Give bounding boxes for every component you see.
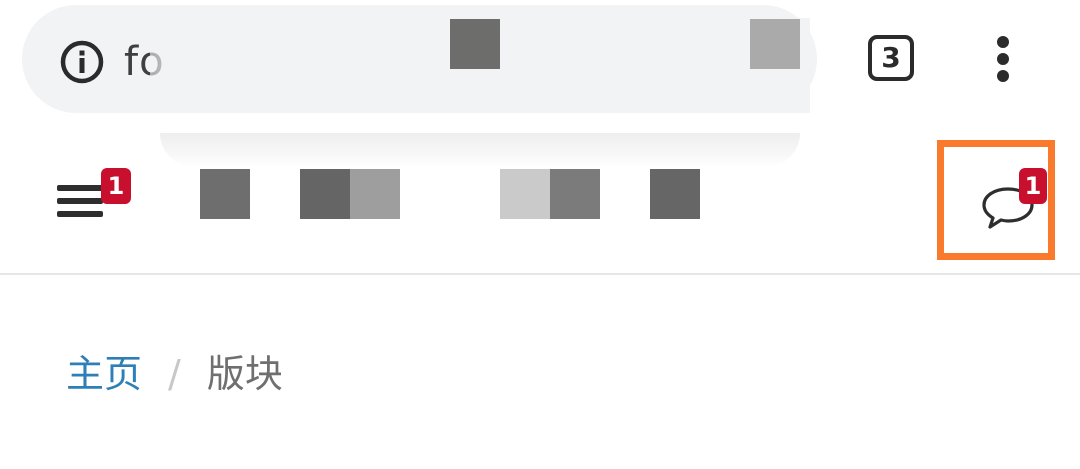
menu-notification-badge: 1 — [101, 168, 131, 204]
redaction-smudge — [160, 133, 800, 167]
breadcrumb: 主页 / 版块 — [66, 346, 283, 402]
chat-notification-badge: 1 — [1019, 168, 1047, 204]
hamburger-menu-icon[interactable] — [57, 185, 103, 221]
redaction-block — [350, 169, 400, 219]
site-header: 1 1 — [0, 133, 1080, 275]
breadcrumb-separator: / — [168, 352, 181, 396]
browser-toolbar: fo 3 — [0, 0, 1080, 133]
redaction-block — [550, 169, 600, 219]
tab-switcher-button[interactable]: 3 — [868, 35, 914, 81]
more-vertical-icon[interactable] — [994, 36, 1012, 82]
redaction-block — [450, 19, 500, 69]
redaction-block — [500, 169, 550, 219]
info-icon[interactable] — [58, 38, 106, 86]
breadcrumb-current: 版块 — [206, 352, 283, 396]
site-logo[interactable] — [200, 169, 700, 219]
redaction-block — [200, 169, 250, 219]
redaction-block — [300, 169, 350, 219]
breadcrumb-home-link[interactable]: 主页 — [66, 352, 142, 396]
redaction-block — [650, 169, 700, 219]
redaction-block — [750, 19, 800, 69]
